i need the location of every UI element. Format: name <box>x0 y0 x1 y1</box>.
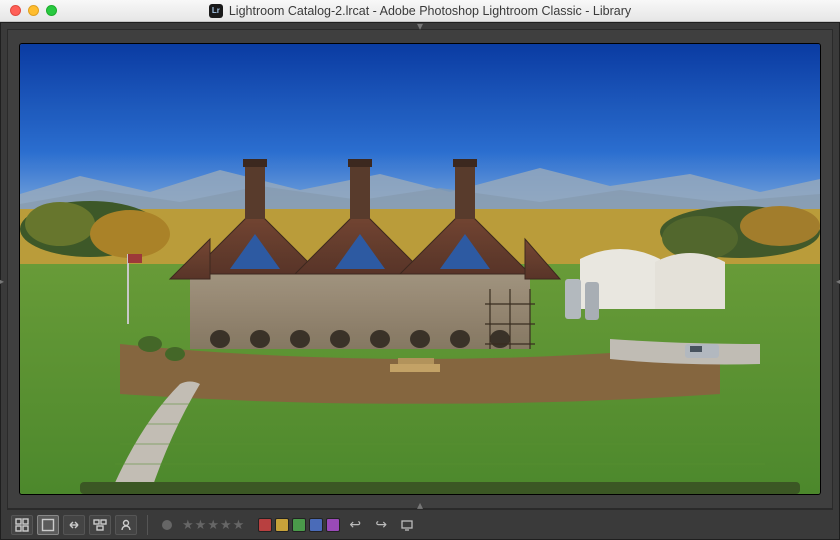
label-blue[interactable] <box>309 518 323 532</box>
survey-view-button[interactable] <box>89 515 111 535</box>
star-5[interactable]: ★ <box>233 517 245 533</box>
toggle-right-panel[interactable]: ◂ <box>836 275 840 287</box>
close-window-button[interactable] <box>10 5 21 16</box>
toggle-filmstrip[interactable]: ▴ <box>417 499 423 511</box>
next-photo-button[interactable]: ↪ <box>370 515 392 535</box>
label-green[interactable] <box>292 518 306 532</box>
library-toolbar: ★ ★ ★ ★ ★ ↩ ↪ <box>7 509 833 539</box>
maximize-window-button[interactable] <box>46 5 57 16</box>
app-icon <box>209 4 223 18</box>
toggle-left-panel[interactable]: ▸ <box>0 275 4 287</box>
minimize-window-button[interactable] <box>28 5 39 16</box>
grid-view-button[interactable] <box>11 515 33 535</box>
workspace: ▾ ▸ ◂ <box>0 22 840 540</box>
image-canvas[interactable] <box>7 29 833 509</box>
people-view-button[interactable] <box>115 515 137 535</box>
rating-stars: ★ ★ ★ ★ ★ <box>182 517 244 533</box>
label-red[interactable] <box>258 518 272 532</box>
star-1[interactable]: ★ <box>182 517 194 533</box>
slideshow-button[interactable] <box>396 515 418 535</box>
toolbar-separator <box>147 515 148 535</box>
prev-photo-button[interactable]: ↩ <box>344 515 366 535</box>
loupe-photo <box>20 44 820 494</box>
compare-view-button[interactable] <box>63 515 85 535</box>
flag-toggle[interactable] <box>162 520 172 530</box>
toggle-top-panel[interactable]: ▾ <box>417 20 423 32</box>
star-4[interactable]: ★ <box>220 517 232 533</box>
loupe-view-button[interactable] <box>37 515 59 535</box>
label-yellow[interactable] <box>275 518 289 532</box>
label-purple[interactable] <box>326 518 340 532</box>
star-3[interactable]: ★ <box>207 517 219 533</box>
color-labels <box>258 518 340 532</box>
traffic-lights <box>0 5 57 16</box>
window-title: Lightroom Catalog-2.lrcat - Adobe Photos… <box>229 4 631 18</box>
star-2[interactable]: ★ <box>195 517 207 533</box>
